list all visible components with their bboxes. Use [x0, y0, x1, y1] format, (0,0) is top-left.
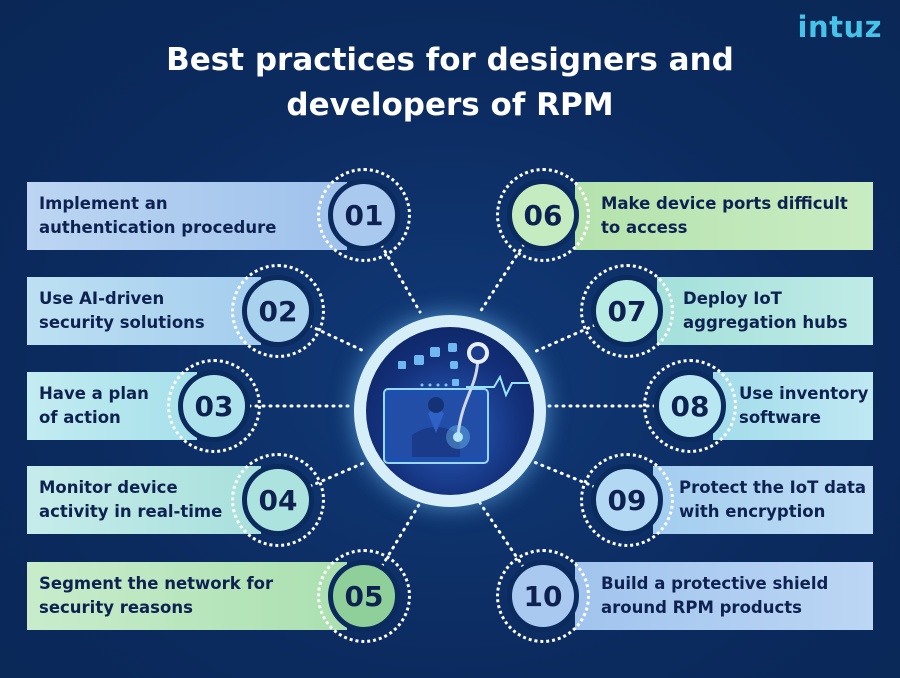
badge-03: 03 — [178, 370, 250, 442]
practice-04-line-2: activity in real-time — [39, 502, 223, 521]
practice-08-line-1: Use inventory — [739, 384, 869, 403]
practice-box-10: Build a protective shield around RPM prod… — [575, 562, 873, 630]
badge-02: 02 — [242, 275, 314, 347]
practice-02-line-1: Use AI-driven — [39, 289, 165, 308]
practice-08-line-2: software — [739, 408, 821, 427]
practice-box-06: Make device ports difficult to access — [575, 182, 873, 250]
practice-box-09: Protect the IoT data with encryption — [653, 466, 873, 534]
practice-box-01: Implement an authentication procedure — [27, 182, 347, 250]
practice-03-line-1: Have a plan — [39, 384, 149, 403]
practice-07-line-2: aggregation hubs — [683, 313, 848, 332]
badge-07: 07 — [591, 275, 663, 347]
badge-05: 05 — [328, 560, 400, 632]
badge-04: 04 — [242, 464, 314, 536]
practice-05-line-1: Segment the network for — [39, 574, 274, 593]
doctor-stethoscope-icon — [366, 327, 534, 495]
badge-10: 10 — [507, 560, 579, 632]
practice-box-02: Use AI-driven security solutions — [27, 277, 261, 345]
practice-07-line-1: Deploy IoT — [683, 289, 782, 308]
practice-box-05: Segment the network for security reasons — [27, 562, 347, 630]
practice-box-08: Use inventory software — [713, 372, 873, 440]
practice-09-line-2: with encryption — [679, 502, 826, 521]
practice-06-line-2: to access — [601, 218, 688, 237]
practice-06-line-1: Make device ports difficult — [601, 194, 848, 213]
practice-03-line-2: of action — [39, 408, 121, 427]
infographic: intuz Best practices for designers and d… — [0, 0, 900, 678]
practice-01-line-2: authentication procedure — [39, 218, 277, 237]
practice-02-line-2: security solutions — [39, 313, 205, 332]
practice-01-line-1: Implement an — [39, 194, 168, 213]
practice-10-line-1: Build a protective shield — [601, 574, 829, 593]
badge-01: 01 — [328, 179, 400, 251]
practice-09-line-1: Protect the IoT data — [679, 478, 867, 497]
badge-09: 09 — [591, 464, 663, 536]
practice-04-line-1: Monitor device — [39, 478, 178, 497]
badge-08: 08 — [654, 370, 726, 442]
practice-10-line-2: around RPM products — [601, 598, 802, 617]
badge-06: 06 — [507, 179, 579, 251]
practice-box-07: Deploy IoT aggregation hubs — [657, 277, 873, 345]
practice-05-line-2: security reasons — [39, 598, 193, 617]
practice-box-04: Monitor device activity in real-time — [27, 466, 261, 534]
